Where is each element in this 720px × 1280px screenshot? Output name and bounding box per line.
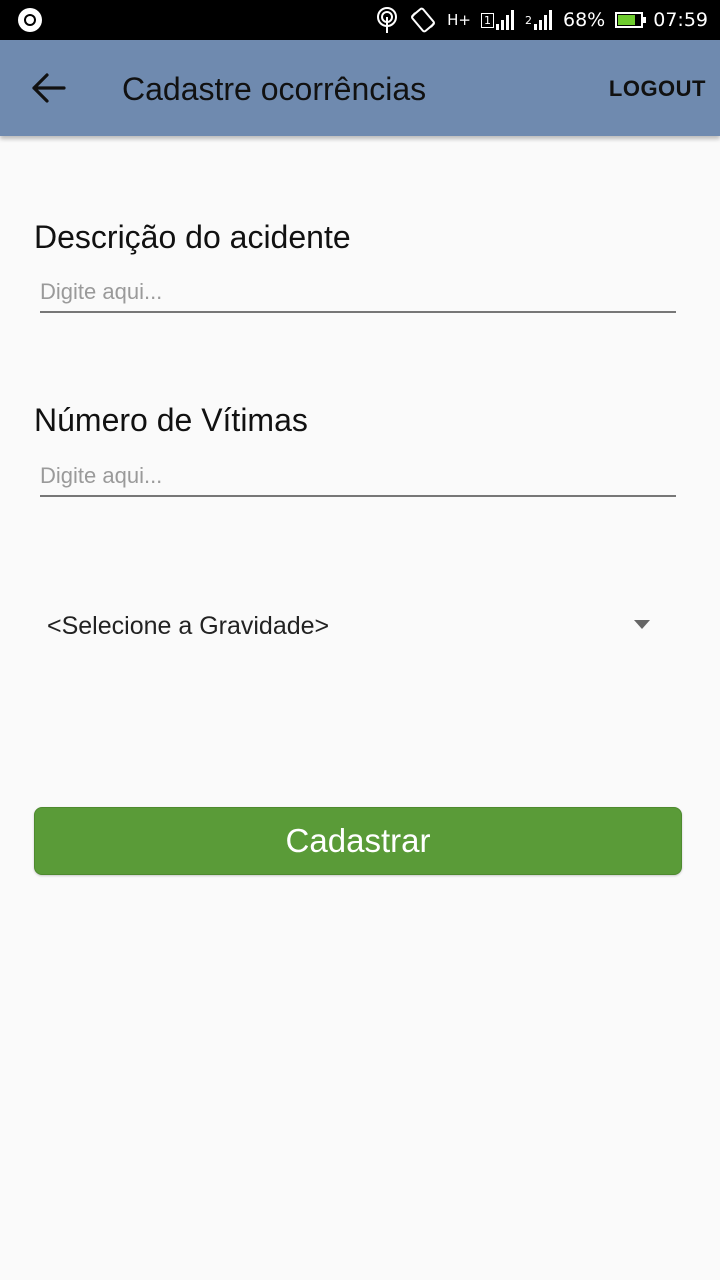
battery-icon: [615, 12, 647, 28]
network-type-icon: H+: [447, 11, 471, 29]
signal-sim1-icon: 1: [481, 9, 515, 31]
back-button[interactable]: [24, 64, 72, 112]
description-label: Descrição do acidente: [34, 219, 351, 255]
hotspot-icon: [375, 6, 399, 34]
app-bar: Cadastre ocorrências LOGOUT: [0, 40, 720, 136]
severity-select[interactable]: <Selecione a Gravidade>: [34, 598, 664, 654]
rotate-icon: [409, 7, 437, 33]
page-title: Cadastre ocorrências: [122, 71, 427, 107]
notification-dot-icon: [18, 8, 42, 32]
arrow-left-icon: [32, 73, 66, 103]
logout-button[interactable]: LOGOUT: [609, 74, 706, 104]
status-bar: H+ 1 2 68% 07:59: [0, 0, 720, 40]
submit-button[interactable]: Cadastrar: [34, 807, 682, 875]
description-input[interactable]: [40, 273, 676, 313]
victims-label: Número de Vítimas: [34, 402, 308, 438]
victims-input[interactable]: [40, 457, 676, 497]
clock: 07:59: [653, 9, 708, 31]
dropdown-arrow-icon: [634, 620, 650, 629]
severity-select-value: <Selecione a Gravidade>: [47, 611, 330, 640]
battery-percent: 68%: [563, 9, 606, 31]
signal-sim2-icon: 2: [525, 9, 553, 31]
